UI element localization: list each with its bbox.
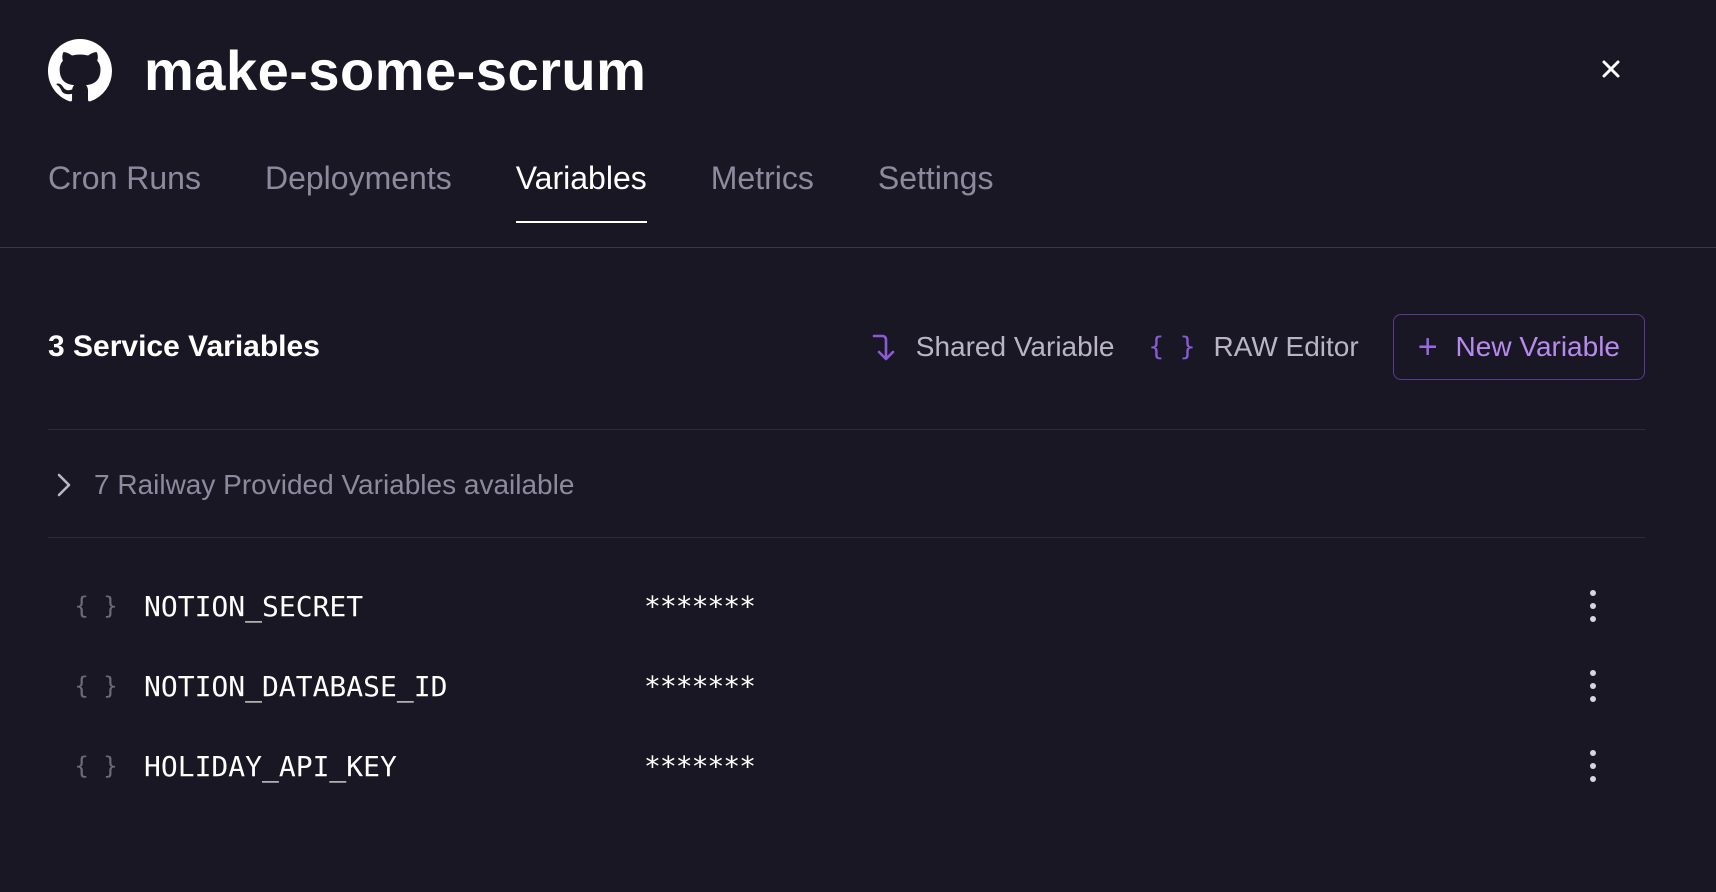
- section-divider: [48, 537, 1645, 538]
- variable-value[interactable]: *******: [644, 670, 756, 703]
- dot: [1590, 670, 1596, 676]
- tab-settings[interactable]: Settings: [878, 160, 994, 221]
- shared-variable-button[interactable]: Shared Variable: [870, 331, 1115, 363]
- dot: [1590, 616, 1596, 622]
- braces-icon: { }: [74, 592, 118, 620]
- braces-icon: { }: [74, 672, 118, 700]
- service-header: make-some-scrum: [48, 38, 646, 103]
- variable-value[interactable]: *******: [644, 750, 756, 783]
- dot: [1590, 776, 1596, 782]
- variable-row[interactable]: { } HOLIDAY_API_KEY *******: [48, 734, 1645, 798]
- braces-icon: { }: [74, 752, 118, 780]
- new-variable-label: New Variable: [1455, 331, 1620, 362]
- dot: [1590, 683, 1596, 689]
- shared-variable-label: Shared Variable: [915, 331, 1115, 362]
- github-icon: [48, 38, 112, 103]
- dot: [1590, 696, 1596, 702]
- raw-editor-label: RAW Editor: [1213, 331, 1359, 362]
- variable-name: HOLIDAY_API_KEY: [144, 749, 397, 783]
- tab-deployments[interactable]: Deployments: [265, 160, 452, 221]
- more-options-button[interactable]: [1583, 670, 1603, 702]
- dot: [1590, 763, 1596, 769]
- dot: [1590, 590, 1596, 596]
- tab-variables[interactable]: Variables: [515, 160, 647, 223]
- chevron-right-icon: [57, 473, 71, 497]
- braces-icon: { }: [1148, 332, 1196, 362]
- variable-row[interactable]: { } NOTION_DATABASE_ID *******: [48, 654, 1645, 718]
- tabs-divider: [0, 247, 1716, 248]
- dot: [1590, 603, 1596, 609]
- variables-toolbar: 3 Service Variables Shared Variable { } …: [48, 313, 1645, 381]
- variable-name: NOTION_DATABASE_ID: [144, 669, 448, 703]
- railway-variables-toggle[interactable]: 7 Railway Provided Variables available: [56, 463, 574, 507]
- dot: [1590, 750, 1596, 756]
- variable-value[interactable]: *******: [644, 590, 756, 623]
- toolbar-actions: Shared Variable { } RAW Editor + New Var…: [870, 314, 1645, 380]
- new-variable-button[interactable]: + New Variable: [1392, 314, 1645, 380]
- close-button[interactable]: [1596, 54, 1626, 84]
- arrow-down-right-icon: [872, 334, 895, 361]
- plus-icon: +: [1417, 328, 1438, 366]
- raw-editor-button[interactable]: { } RAW Editor: [1149, 331, 1359, 363]
- more-options-button[interactable]: [1583, 590, 1603, 622]
- variable-name: NOTION_SECRET: [144, 589, 364, 623]
- railway-variables-label: 7 Railway Provided Variables available: [94, 469, 575, 500]
- variable-row[interactable]: { } NOTION_SECRET *******: [48, 574, 1645, 638]
- close-icon: [1602, 60, 1620, 78]
- tab-cron-runs[interactable]: Cron Runs: [48, 160, 201, 221]
- section-divider: [48, 429, 1645, 430]
- service-variables-count: 3 Service Variables: [48, 330, 320, 363]
- more-options-button[interactable]: [1583, 750, 1603, 782]
- page-title: make-some-scrum: [144, 39, 647, 102]
- variables-panel: make-some-scrum Cron Runs Deployments Va…: [0, 0, 1716, 892]
- tab-bar: Cron Runs Deployments Variables Metrics …: [48, 160, 994, 223]
- tab-metrics[interactable]: Metrics: [711, 160, 814, 221]
